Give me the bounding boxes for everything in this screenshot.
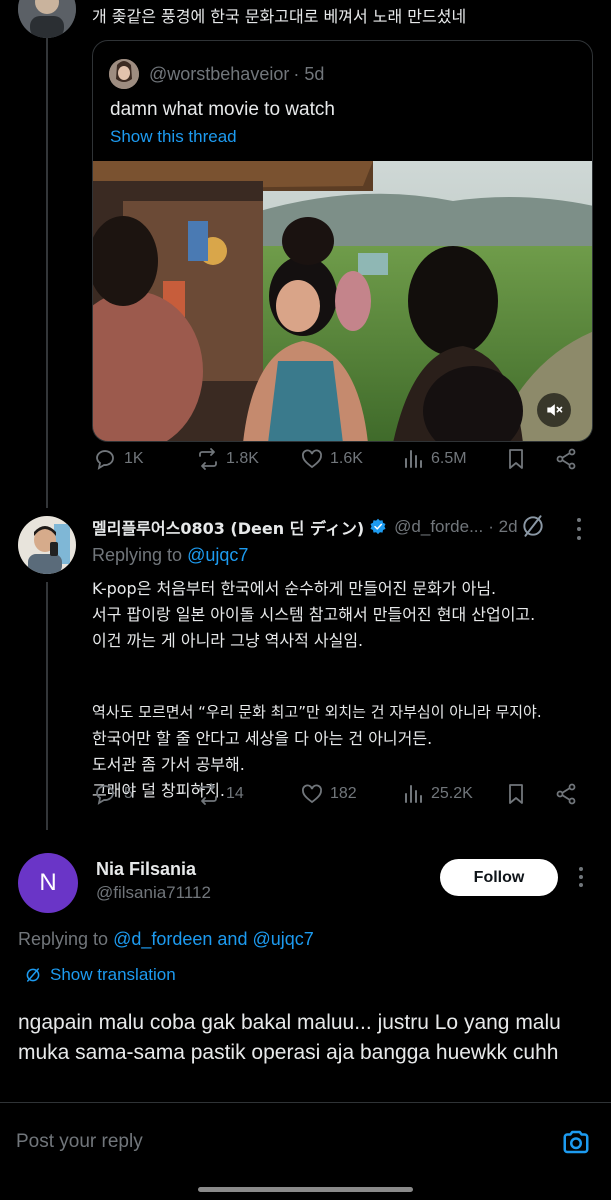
show-thread-link[interactable]: Show this thread bbox=[110, 127, 237, 147]
repost-count: 1.8K bbox=[226, 450, 259, 467]
reply-count: 1K bbox=[124, 450, 144, 467]
reply-icon bbox=[96, 785, 114, 805]
show-translation-label: Show translation bbox=[50, 965, 176, 984]
views-count: 25.2K bbox=[431, 785, 473, 802]
bookmark-icon bbox=[509, 784, 523, 804]
more-options-icon[interactable] bbox=[578, 867, 584, 887]
follow-button[interactable]: Follow bbox=[440, 859, 558, 896]
post-text: 개 좆같은 풍경에 한국 문화고대로 베껴서 노래 만드셨네 bbox=[92, 7, 467, 26]
replying-label: Replying to bbox=[92, 545, 183, 565]
avatar[interactable]: N bbox=[18, 853, 78, 913]
display-name[interactable]: 멜리플루어스0803 (Deen 딘 ディン) bbox=[92, 515, 364, 539]
heart-icon bbox=[302, 784, 322, 804]
post-age: · 2d bbox=[488, 517, 518, 536]
views-button[interactable]: 6.5M bbox=[401, 447, 467, 471]
views-icon bbox=[405, 450, 422, 468]
replying-label: Replying to bbox=[18, 929, 109, 949]
avatar[interactable] bbox=[18, 516, 76, 574]
bookmark-button[interactable] bbox=[504, 782, 528, 806]
quote-header: @worstbehaveior · 5d bbox=[109, 59, 324, 89]
home-indicator bbox=[198, 1187, 413, 1192]
repost-count: 14 bbox=[226, 785, 244, 802]
share-button[interactable] bbox=[554, 782, 578, 806]
share-button[interactable] bbox=[554, 447, 578, 471]
share-icon bbox=[556, 783, 576, 805]
more-options-icon[interactable] bbox=[576, 518, 582, 540]
views-icon bbox=[405, 785, 422, 803]
reply-button[interactable]: 5 bbox=[94, 782, 133, 806]
repost-button[interactable]: 14 bbox=[196, 782, 244, 806]
quote-avatar[interactable] bbox=[109, 59, 139, 89]
reply-button[interactable]: 1K bbox=[94, 447, 144, 471]
reply-input[interactable] bbox=[16, 1127, 536, 1157]
like-count: 182 bbox=[330, 785, 357, 802]
reply-line: 한국어만 할 줄 안다고 세상을 다 아는 건 아니거든. bbox=[92, 729, 433, 748]
quote-text: damn what movie to watch bbox=[110, 99, 335, 120]
post-text: ngapain malu coba gak bakal maluu... jus… bbox=[18, 1011, 561, 1064]
avatar[interactable] bbox=[18, 0, 76, 38]
reply-line bbox=[92, 654, 597, 700]
verified-badge-icon bbox=[370, 518, 386, 535]
replying-to-handle[interactable]: @ujqc7 bbox=[187, 545, 248, 565]
video-media[interactable] bbox=[93, 161, 592, 441]
reply-line: 서구 팝이랑 일본 아이돌 시스템 참고해서 만들어진 현대 산업이고. bbox=[92, 605, 536, 624]
avatar-letter: N bbox=[39, 869, 57, 896]
heart-icon bbox=[302, 449, 322, 469]
handle[interactable]: @d_forde... bbox=[394, 517, 483, 537]
reply-line: 이건 까는 게 아니라 그냥 역사적 사실임. bbox=[92, 631, 364, 650]
reply-line: 도서관 좀 가서 공부해. bbox=[92, 755, 245, 774]
thread-line bbox=[46, 582, 48, 830]
speaker-muted-icon bbox=[547, 404, 563, 416]
replying-to: Replying to @ujqc7 bbox=[92, 545, 248, 566]
display-name[interactable]: Nia Filsania bbox=[96, 859, 196, 880]
bookmark-button[interactable] bbox=[504, 447, 528, 471]
views-count: 6.5M bbox=[431, 450, 467, 467]
views-button[interactable]: 25.2K bbox=[401, 782, 473, 806]
like-button[interactable]: 1.6K bbox=[300, 447, 363, 471]
avatar-image bbox=[109, 59, 139, 89]
quoted-post[interactable]: @worstbehaveior · 5d damn what movie to … bbox=[92, 40, 593, 442]
bookmark-icon bbox=[509, 449, 523, 469]
mute-button[interactable] bbox=[537, 393, 571, 427]
like-count: 1.6K bbox=[330, 450, 363, 467]
reply-line: 역사도 모르면서 “우리 문화 최고”만 외치는 건 자부심이 아니라 무지야. bbox=[92, 703, 542, 721]
reply-composer bbox=[0, 1102, 611, 1200]
replying-to-handles[interactable]: @d_fordeen and @ujqc7 bbox=[113, 929, 314, 949]
handle[interactable]: @filsania71112 bbox=[96, 883, 211, 903]
grok-icon bbox=[26, 968, 40, 982]
reply-count: 5 bbox=[124, 785, 133, 802]
avatar-image bbox=[18, 0, 76, 38]
repost-icon bbox=[199, 783, 217, 805]
repost-icon bbox=[199, 448, 217, 470]
quote-handle[interactable]: @worstbehaveior bbox=[149, 64, 289, 85]
repost-button[interactable]: 1.8K bbox=[196, 447, 259, 471]
reply-line: K-pop은 처음부터 한국에서 순수하게 만들어진 문화가 아님. bbox=[92, 579, 497, 598]
avatar-image bbox=[18, 516, 76, 574]
reply-icon bbox=[96, 450, 114, 470]
replying-to: Replying to @d_fordeen and @ujqc7 bbox=[18, 929, 314, 950]
like-button[interactable]: 182 bbox=[300, 782, 357, 806]
show-translation-button[interactable]: Show translation bbox=[24, 965, 176, 985]
quote-age: · 5d bbox=[293, 63, 325, 84]
thread-line bbox=[46, 38, 48, 508]
video-frame bbox=[93, 161, 592, 441]
grok-icon[interactable] bbox=[520, 513, 546, 539]
reply-header: 멜리플루어스0803 (Deen 딘 ディン) @d_forde... · 2d bbox=[92, 515, 518, 539]
share-icon bbox=[556, 448, 576, 470]
camera-icon[interactable] bbox=[561, 1127, 591, 1157]
reply-text: K-pop은 처음부터 한국에서 순수하게 만들어진 문화가 아님. 서구 팝이… bbox=[92, 576, 597, 804]
